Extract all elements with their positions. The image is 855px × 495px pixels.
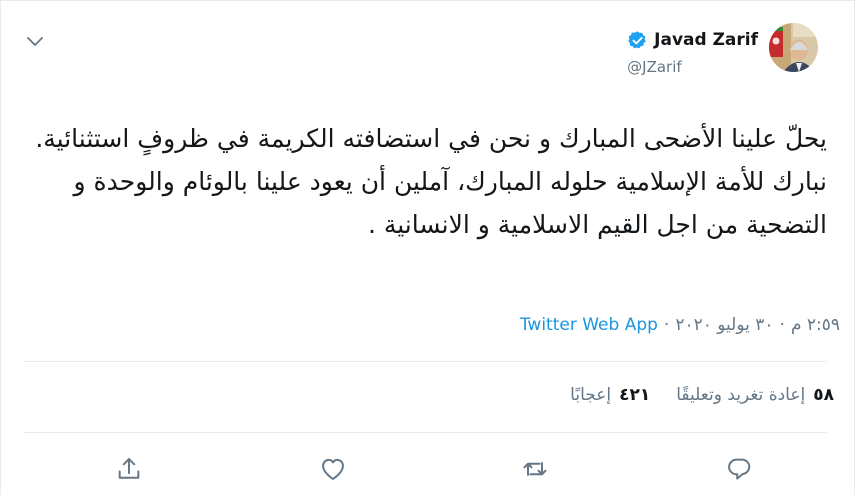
- tweet-card: Javad Zarif @JZarif يحلّ علينا الأضحى ال…: [0, 0, 855, 495]
- likes-stat[interactable]: ٤٢١ إعجابًا: [570, 385, 650, 405]
- tweet-header: Javad Zarif @JZarif: [1, 1, 854, 101]
- avatar-icon: [769, 23, 818, 72]
- tweet-meta: ٢:٥٩ م · ٣٠ يوليو ٢٠٢٠ · Twitter Web App: [520, 315, 840, 335]
- tweet-text: يحلّ علينا الأضحى المبارك و نحن في استضا…: [35, 124, 827, 239]
- avatar[interactable]: [769, 23, 818, 72]
- tweet-source-link[interactable]: Twitter Web App: [520, 315, 658, 335]
- likes-label: إعجابًا: [570, 385, 612, 405]
- retweets-stat[interactable]: ٥٨ إعادة تغريد وتعليقًا: [676, 385, 834, 405]
- like-button[interactable]: [319, 455, 347, 483]
- user-display-name[interactable]: Javad Zarif: [654, 30, 758, 50]
- retweet-icon: [523, 462, 547, 476]
- tweet-stats: ٥٨ إعادة تغريد وتعليقًا ٤٢١ إعجابًا: [570, 385, 834, 405]
- share-icon: [118, 458, 140, 479]
- retweets-label: إعادة تغريد وتعليقًا: [676, 385, 806, 405]
- divider: [23, 361, 827, 362]
- user-info[interactable]: Javad Zarif @JZarif: [627, 28, 758, 76]
- verified-badge-icon: [628, 30, 646, 48]
- tweet-date[interactable]: ٣٠ يوليو ٢٠٢٠: [675, 315, 773, 335]
- name-row: Javad Zarif: [627, 28, 758, 52]
- retweets-count: ٥٨: [813, 385, 834, 405]
- heart-icon: [322, 458, 344, 480]
- reply-icon: [728, 458, 751, 480]
- tweet-time[interactable]: ٢:٥٩ م: [791, 315, 840, 335]
- share-button[interactable]: [115, 455, 143, 483]
- tweet-actions: [1, 455, 854, 487]
- retweet-button[interactable]: [521, 455, 549, 483]
- divider: [23, 432, 827, 433]
- meta-separator-2: ·: [663, 315, 670, 335]
- meta-separator: ·: [779, 315, 785, 335]
- chevron-down-icon[interactable]: [23, 31, 47, 51]
- likes-count: ٤٢١: [619, 385, 651, 405]
- user-handle[interactable]: @JZarif: [627, 58, 758, 76]
- reply-button[interactable]: [725, 455, 753, 483]
